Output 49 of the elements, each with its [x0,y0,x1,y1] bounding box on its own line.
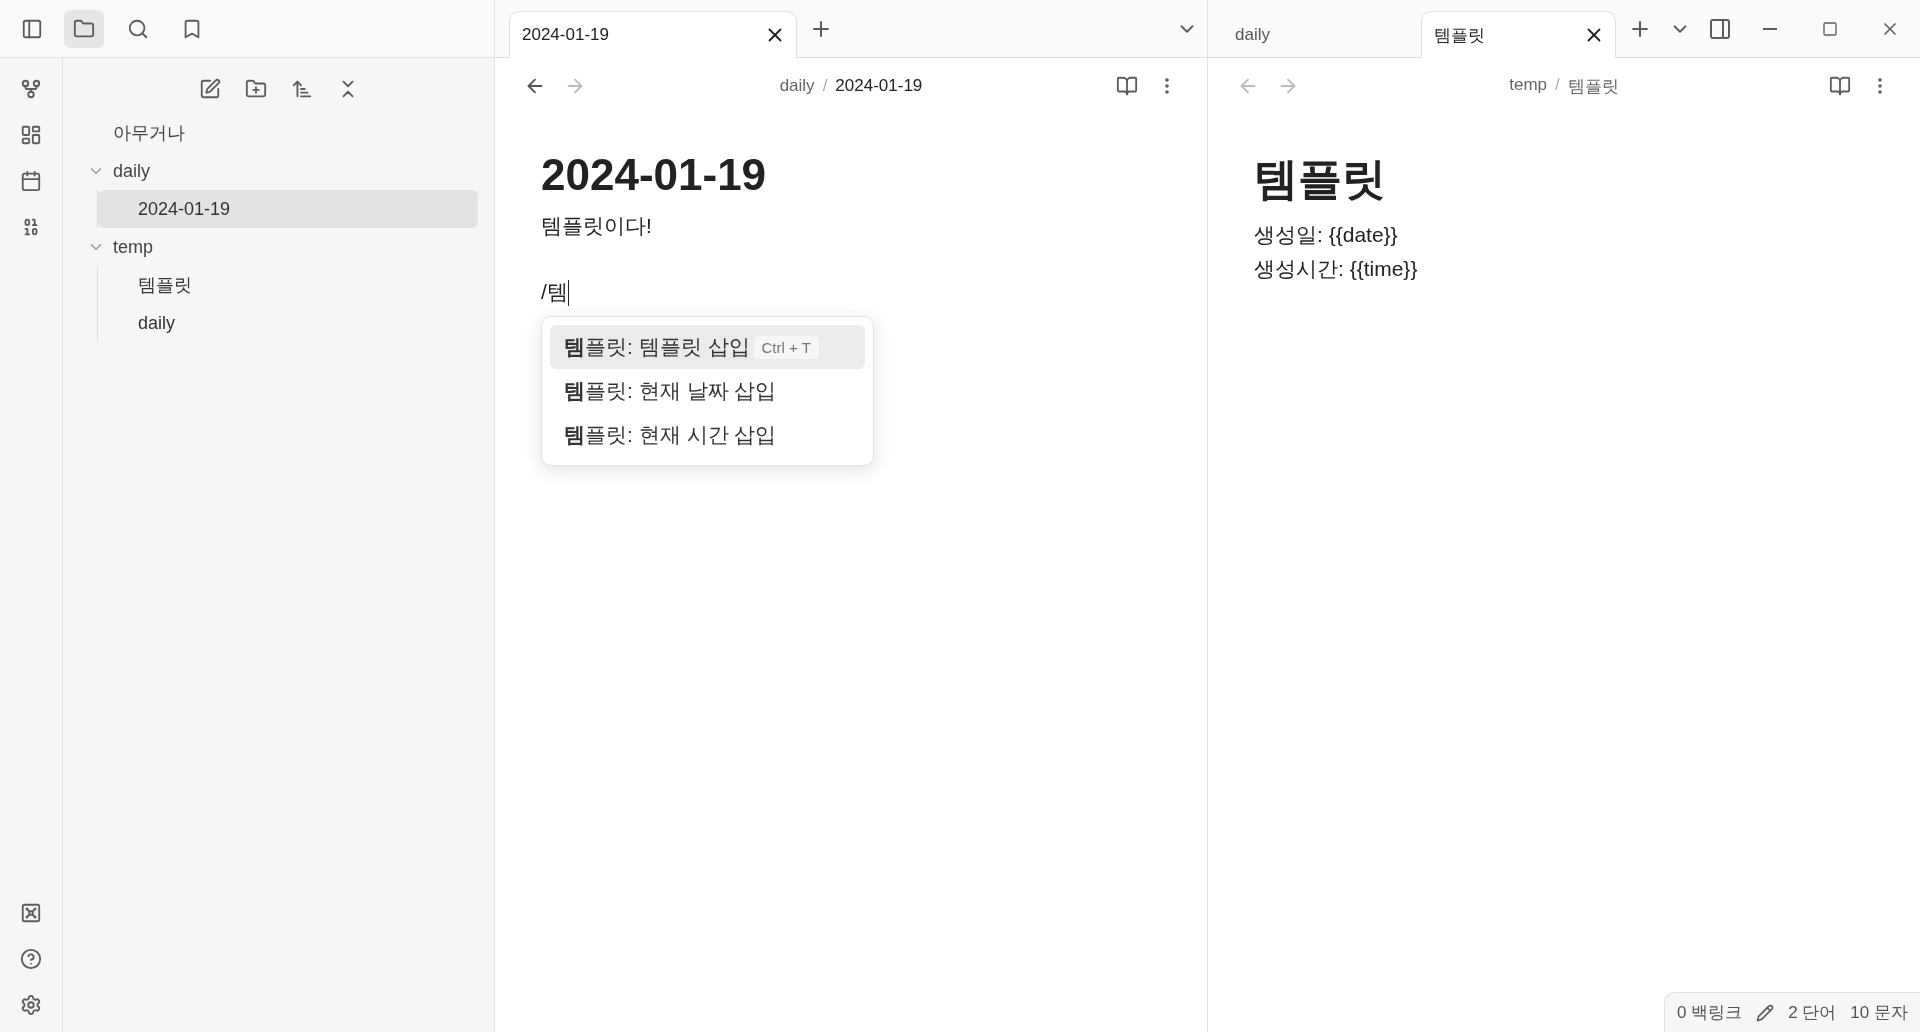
settings-icon [20,994,42,1016]
file-tree-item[interactable]: 템플릿 [98,266,478,304]
file-tree-item[interactable]: daily [79,152,478,190]
note-text: 템플릿이다! [541,213,653,239]
file-tree-item[interactable]: 2024-01-19 [98,190,478,228]
note-tab[interactable]: daily [1222,11,1417,58]
breadcrumb-folder[interactable]: temp [1509,74,1548,98]
note-tab[interactable]: 템플릿 [1421,11,1616,58]
breadcrumb-file[interactable]: 2024-01-19 [835,76,923,96]
file-tree-item[interactable]: temp [79,228,478,266]
note-text: /템 [541,278,1161,307]
calendar-icon [20,170,42,192]
breadcrumb-separator: / [1555,74,1560,96]
reading-view-icon [1116,75,1138,97]
word-count: 2 단어 [1788,1002,1837,1024]
hotkey-label: Ctrl + T [753,335,819,359]
more-options-icon [1165,78,1169,94]
note-text: 생성일: {{date}} [1254,222,1399,248]
sort-icon [290,78,313,100]
character-count: 10 문자 [1850,1002,1908,1024]
more-options-icon [1878,78,1882,94]
files-tab[interactable] [64,9,104,48]
suggestion-item[interactable]: 템플릿: 현재 날짜 삽입 [550,369,865,414]
search-icon [127,17,149,40]
new-note-icon [198,78,221,100]
note-title: 템플릿 [1254,153,1387,205]
help-icon [20,948,42,970]
reading-view-icon [1829,75,1851,97]
folder-icon [73,17,95,40]
backlinks-count: 0 백링크 [1677,1002,1743,1024]
breadcrumb-file[interactable]: 템플릿 [1567,74,1619,98]
breadcrumb-separator: / [822,76,828,96]
file-tree-item[interactable]: daily [98,304,478,342]
suggestion-item[interactable]: 템플릿: 현재 시간 삽입 [550,413,865,458]
new-folder-icon [244,78,267,100]
pencil-icon [1756,1003,1775,1022]
file-tree-item[interactable]: 아무거나 [79,114,478,152]
note-title: 2024-01-19 [541,150,768,200]
graph-icon [20,78,42,100]
vault-icon [20,902,42,924]
minimize-icon [1763,27,1777,30]
note-tab[interactable]: 2024-01-19 [509,11,797,58]
sidebar-toggle-icon [21,17,43,40]
right-sidebar-toggle-icon [1708,16,1732,41]
breadcrumb-folder[interactable]: daily [779,76,815,96]
note-text: 생성시간: {{time}} [1254,256,1419,282]
suggestion-item[interactable]: 템플릿: 템플릿 삽입 Ctrl + T [550,325,865,370]
grid-icon [20,124,42,146]
maximize-icon [1822,20,1838,37]
